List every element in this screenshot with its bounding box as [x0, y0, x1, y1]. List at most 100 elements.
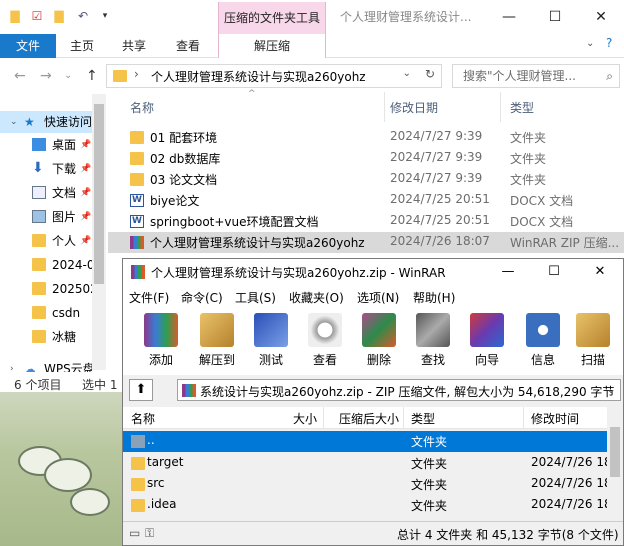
- nav-item-folder[interactable]: 个人 📌: [0, 230, 92, 252]
- menu-file[interactable]: 文件(F): [129, 289, 169, 306]
- folder-icon: [32, 306, 46, 319]
- help-icon[interactable]: ?: [606, 36, 612, 50]
- cloud-decoration: [70, 488, 110, 516]
- file-row[interactable]: 02 db数据库 2024/7/27 9:39 文件夹: [108, 148, 624, 169]
- tab-share[interactable]: 共享: [114, 34, 154, 58]
- archive-row[interactable]: target 文件夹 2024/7/26 18: [123, 453, 612, 474]
- info-icon: [526, 313, 560, 347]
- nav-scrollbar[interactable]: [92, 94, 106, 370]
- archive-scrollbar[interactable]: [607, 407, 623, 515]
- tab-view[interactable]: 查看: [168, 34, 208, 58]
- close-button[interactable]: ✕: [577, 259, 623, 285]
- menu-tools[interactable]: 工具(S): [235, 289, 276, 306]
- delete-button[interactable]: 删除: [355, 311, 403, 371]
- folder-icon: [130, 131, 144, 144]
- nav-item-downloads[interactable]: ⬇ 下载 📌: [0, 158, 92, 180]
- chevron-down-icon[interactable]: ⌄: [403, 68, 411, 79]
- scan-button[interactable]: 扫描: [573, 311, 613, 371]
- window-title: 个人理财管理系统设计...: [340, 10, 472, 24]
- nav-item-pictures[interactable]: 图片 📌: [0, 206, 92, 228]
- tab-home[interactable]: 主页: [62, 34, 102, 58]
- view-button[interactable]: 查看: [301, 311, 349, 371]
- column-divider[interactable]: [323, 407, 324, 429]
- archive-row[interactable]: .idea 文件夹 2024/7/26 18: [123, 495, 607, 515]
- search-input[interactable]: 搜索"个人理财管理... ⌕: [452, 64, 620, 88]
- file-row[interactable]: 01 配套环境 2024/7/27 9:39 文件夹: [108, 127, 624, 148]
- address-bar[interactable]: › 个人理财管理系统设计与实现a260yohz ⌄ ↻: [106, 64, 442, 88]
- file-row[interactable]: W biye论文 2024/7/25 20:51 DOCX 文档: [108, 190, 624, 211]
- column-size[interactable]: 大小: [293, 410, 317, 427]
- close-button[interactable]: ✕: [578, 0, 624, 34]
- up-icon[interactable]: ↑: [86, 68, 98, 84]
- word-icon: W: [130, 194, 144, 207]
- menu-commands[interactable]: 命令(C): [181, 289, 223, 306]
- scrollbar-thumb[interactable]: [610, 427, 620, 477]
- document-icon: [32, 186, 46, 199]
- column-name[interactable]: 名称: [131, 410, 155, 427]
- star-icon: ★: [24, 115, 35, 129]
- file-row[interactable]: W springboot+vue环境配置文档 2024/7/25 20:51 D…: [108, 211, 624, 232]
- nav-item-quick-access[interactable]: ⌄ ★ 快速访问: [0, 111, 92, 133]
- word-icon: W: [130, 215, 144, 228]
- file-row[interactable]: 03 论文文档 2024/7/27 9:39 文件夹: [108, 169, 624, 190]
- menu-favorites[interactable]: 收藏夹(O): [289, 289, 344, 306]
- column-type[interactable]: 类型: [510, 99, 534, 116]
- new-folder-icon[interactable]: ▇: [52, 9, 66, 23]
- maximize-button[interactable]: ☐: [531, 259, 577, 285]
- chevron-down-icon[interactable]: ⌄: [606, 382, 616, 396]
- tab-extract[interactable]: 解压缩: [218, 34, 326, 58]
- refresh-icon[interactable]: ↻: [425, 67, 435, 81]
- cloud-decoration: [44, 458, 92, 492]
- rar-icon: [130, 236, 144, 249]
- folder-icon: [32, 258, 46, 271]
- folder-icon: [32, 330, 46, 343]
- column-type[interactable]: 类型: [411, 410, 435, 427]
- undo-icon[interactable]: ↶: [76, 9, 90, 23]
- nav-item-folder[interactable]: 202502: [0, 278, 92, 300]
- add-button[interactable]: 添加: [137, 311, 185, 371]
- up-folder-button[interactable]: ⬆: [129, 379, 153, 401]
- chevron-down-icon[interactable]: ▾: [98, 9, 112, 23]
- nav-item-documents[interactable]: 文档 📌: [0, 182, 92, 204]
- tab-file[interactable]: 文件: [0, 34, 56, 58]
- extract-to-button[interactable]: 解压到: [193, 311, 241, 371]
- test-icon: [254, 313, 288, 347]
- wizard-button[interactable]: 向导: [463, 311, 511, 371]
- nav-item-folder[interactable]: csdn: [0, 302, 92, 324]
- minimize-button[interactable]: —: [486, 0, 532, 34]
- find-button[interactable]: 查找: [409, 311, 457, 371]
- nav-item-desktop[interactable]: 桌面 📌: [0, 134, 92, 156]
- scrollbar-thumb[interactable]: [94, 104, 104, 284]
- column-divider[interactable]: [403, 407, 404, 429]
- column-packed[interactable]: 压缩后大小: [339, 410, 399, 427]
- properties-icon[interactable]: ☑: [30, 9, 44, 23]
- test-button[interactable]: 测试: [247, 311, 295, 371]
- column-divider[interactable]: [500, 92, 501, 122]
- column-divider[interactable]: [523, 407, 524, 429]
- column-date[interactable]: 修改日期: [390, 99, 438, 116]
- back-icon[interactable]: ←: [14, 68, 26, 84]
- info-button[interactable]: 信息: [519, 311, 567, 371]
- add-icon: [144, 313, 178, 347]
- winrar-status-bar: ▭ ⚿ 总计 4 文件夹 和 45,132 字节(8 个文件): [123, 521, 623, 545]
- view-icon: [308, 313, 342, 347]
- forward-icon[interactable]: →: [40, 68, 52, 84]
- archive-row[interactable]: src 文件夹 2024/7/26 18: [123, 474, 612, 495]
- file-row-selected[interactable]: 个人理财管理系统设计与实现a260yohz 2024/7/26 18:07 Wi…: [108, 232, 624, 253]
- menu-options[interactable]: 选项(N): [357, 289, 399, 306]
- context-tab-compressed[interactable]: 压缩的文件夹工具: [218, 2, 326, 34]
- nav-item-folder[interactable]: 冰糖: [0, 326, 92, 348]
- archive-row-selected[interactable]: .. 文件夹: [123, 431, 607, 452]
- recent-dropdown-icon[interactable]: ⌄: [64, 68, 72, 84]
- archive-path-field[interactable]: 系统设计与实现a260yohz.zip - ZIP 压缩文件, 解包大小为 54…: [177, 379, 621, 401]
- column-name[interactable]: 名称: [130, 99, 154, 116]
- pin-icon: 📌: [80, 140, 92, 150]
- search-icon: ⌕: [606, 69, 613, 83]
- menu-help[interactable]: 帮助(H): [413, 289, 455, 306]
- minimize-button[interactable]: —: [485, 259, 531, 285]
- column-modified[interactable]: 修改时间: [531, 410, 579, 427]
- nav-item-folder[interactable]: 2024-0: [0, 254, 92, 276]
- column-divider[interactable]: [384, 92, 385, 122]
- maximize-button[interactable]: ☐: [532, 0, 578, 34]
- ribbon-expand-icon[interactable]: ⌄: [586, 38, 594, 49]
